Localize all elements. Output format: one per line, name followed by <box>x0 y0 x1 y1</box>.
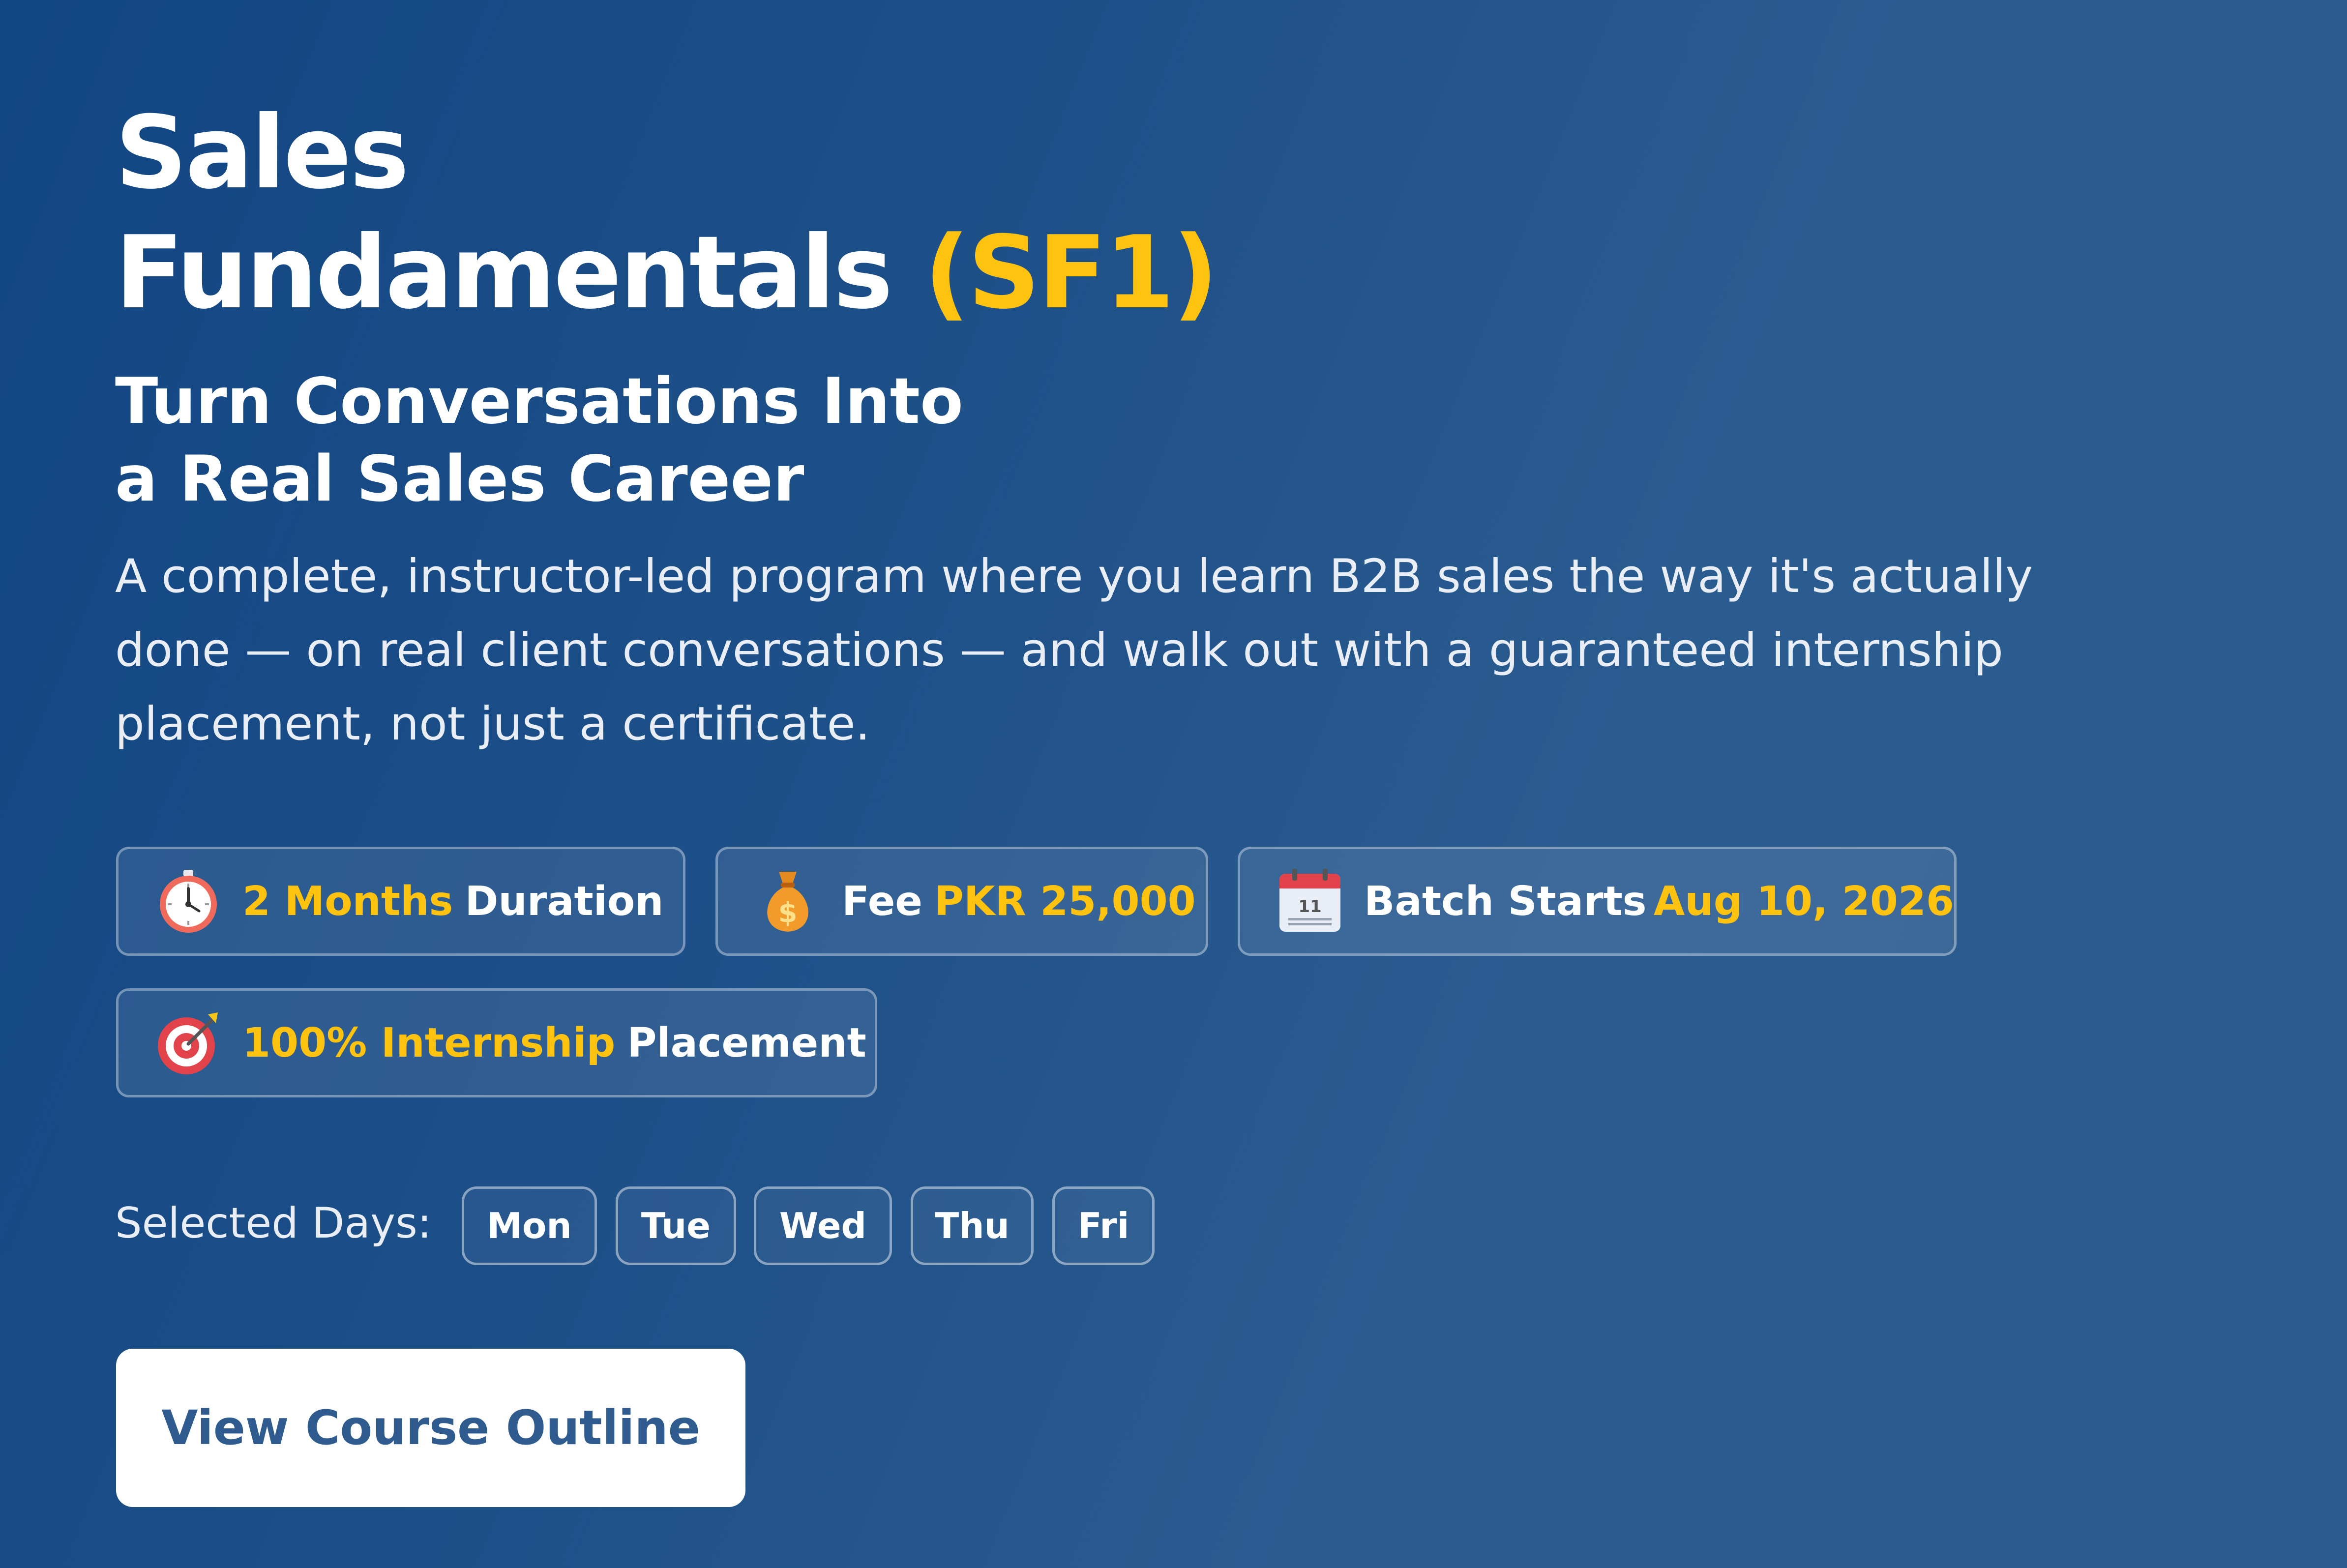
calendar-day-number: 11 <box>1298 897 1321 917</box>
course-code: (SF1) <box>924 215 1218 331</box>
course-tagline: Turn Conversations Into a Real Sales Car… <box>115 363 963 518</box>
calendar-icon: 11 <box>1276 867 1344 936</box>
selected-days-label: Selected Days: <box>115 1199 432 1248</box>
day-chip-fri: Fri <box>1052 1186 1155 1265</box>
course-description-line-2: done — on real client conversations — an… <box>115 623 2003 677</box>
batch-start-label: Batch Starts <box>1364 878 1647 925</box>
day-chip-wed: Wed <box>754 1186 892 1265</box>
target-icon <box>154 1008 223 1077</box>
day-chip-mon: Mon <box>462 1186 597 1265</box>
course-description-line-1: A complete, instructor-led program where… <box>115 550 2033 603</box>
duration-badge: 2 Months Duration <box>116 847 685 956</box>
fee-value: PKR 25,000 <box>934 878 1196 925</box>
course-description: A complete, instructor-led program where… <box>115 540 2229 761</box>
batch-start-badge: 11 Batch Starts Aug 10, 2026 <box>1238 847 1957 956</box>
course-title-line-2: Fundamentals (SF1) <box>115 213 1218 333</box>
course-title: Sales Fundamentals (SF1) <box>115 93 1218 333</box>
duration-value: 2 Months <box>242 878 453 925</box>
placement-badge: 100% Internship Placement <box>116 988 877 1097</box>
course-title-line-1: Sales <box>115 95 409 211</box>
placement-value: 100% Internship <box>242 1019 616 1066</box>
stopwatch-icon <box>154 867 223 936</box>
money-bag-icon: $ <box>753 867 822 936</box>
course-description-line-3: placement, not just a certificate. <box>115 697 870 751</box>
course-title-name: Fundamentals <box>115 215 893 331</box>
fee-label: Fee <box>842 878 922 925</box>
duration-label: Duration <box>465 878 664 925</box>
course-hero: Sales Fundamentals (SF1) Turn Conversati… <box>0 0 2347 1568</box>
course-tagline-line-1: Turn Conversations Into <box>115 365 963 438</box>
svg-text:$: $ <box>778 897 798 929</box>
day-chip-thu: Thu <box>911 1186 1034 1265</box>
placement-label: Placement <box>627 1019 866 1066</box>
view-course-outline-button[interactable]: View Course Outline <box>116 1349 745 1507</box>
batch-start-date: Aug 10, 2026 <box>1653 878 1954 925</box>
course-tagline-line-2: a Real Sales Career <box>115 443 804 516</box>
fee-badge: $ Fee PKR 25,000 <box>715 847 1208 956</box>
day-chip-tue: Tue <box>616 1186 736 1265</box>
